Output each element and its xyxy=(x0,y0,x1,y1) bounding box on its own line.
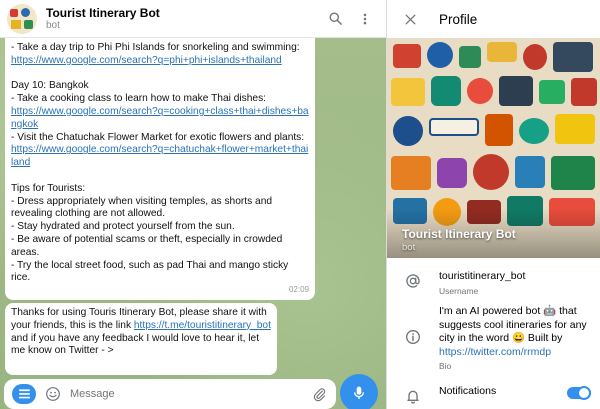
close-icon xyxy=(405,14,415,24)
bio-label: Bio xyxy=(439,361,452,371)
message-time: 02:09 xyxy=(288,285,309,295)
notifications-toggle[interactable] xyxy=(567,386,591,400)
bell-icon xyxy=(387,385,439,404)
close-profile-button[interactable] xyxy=(395,4,425,34)
message-line xyxy=(11,170,309,183)
message-line: - Take a day trip to Phi Phi Islands for… xyxy=(11,42,300,53)
message-text: - Take a day trip to Phi Phi Islands for… xyxy=(11,42,309,285)
message-line-link: https://www.google.com/search?q=chatucha… xyxy=(11,144,309,170)
message-line-link: https://www.google.com/search?q=phi+phi+… xyxy=(11,55,309,68)
username-label: Username xyxy=(439,285,479,296)
bio-row: I'm an AI powered bot 🤖 that suggests co… xyxy=(387,305,600,372)
info-icon xyxy=(387,305,439,372)
cover-bot-name: Tourist Itinerary Bot xyxy=(402,227,516,241)
cover-bot-label: bot xyxy=(402,242,416,253)
notifications-row[interactable]: Notifications xyxy=(387,385,600,404)
bio-link[interactable]: https://twitter.com/rrmdp xyxy=(439,346,551,358)
search-button[interactable] xyxy=(320,4,350,34)
message-line: - Visit the Chatuchak Flower Market for … xyxy=(11,131,305,143)
more-options-button[interactable] xyxy=(350,4,380,34)
bio-text: I'm an AI powered bot 🤖 that suggests co… xyxy=(439,305,587,344)
menu-icon xyxy=(18,389,30,399)
composer-box xyxy=(4,379,336,409)
chat-subtitle: bot xyxy=(46,19,60,31)
search-icon xyxy=(329,12,342,25)
paperclip-icon xyxy=(313,387,325,401)
message-line: - Take a cooking class to learn how to m… xyxy=(11,93,267,105)
search-link[interactable]: https://www.google.com/search?q=phi+phi+… xyxy=(11,55,282,66)
search-link[interactable]: https://www.google.com/search?q=cooking+… xyxy=(11,106,309,130)
at-sign-icon xyxy=(387,270,439,297)
profile-title: Profile xyxy=(439,11,478,27)
message-line: - Try the local street food, such as pad… xyxy=(11,259,292,284)
attach-button[interactable] xyxy=(308,383,330,405)
message-bubble-itinerary: - Take a day trip to Phi Phi Islands for… xyxy=(5,24,315,300)
bot-avatar[interactable] xyxy=(7,3,37,34)
microphone-icon xyxy=(354,386,364,399)
username-value[interactable]: touristitinerary_bot xyxy=(439,270,591,284)
chat-header[interactable]: Tourist Itinerary Bot bot xyxy=(0,0,386,38)
message-line-link: https://www.google.com/search?q=cooking+… xyxy=(11,106,309,132)
emoji-button[interactable] xyxy=(44,385,62,403)
emoji-icon xyxy=(46,387,60,401)
bot-link[interactable]: https://t.me/touristitinerary_bot xyxy=(134,320,271,331)
profile-cover-image[interactable]: Tourist Itinerary Bot bot xyxy=(387,38,600,258)
message-input[interactable] xyxy=(70,388,308,400)
message-line: Day 10: Bangkok xyxy=(11,80,89,92)
chat-title[interactable]: Tourist Itinerary Bot xyxy=(46,6,320,20)
message-text-after: and if you have any feedback I would lov… xyxy=(11,332,260,357)
chat-pane: Tourist Itinerary Bot bot - Take a day t… xyxy=(0,0,386,409)
search-link[interactable]: https://www.google.com/search?q=chatucha… xyxy=(11,144,308,168)
profile-pane: Profile Tourist Itinerary Bot bot touris… xyxy=(386,0,600,409)
message-composer xyxy=(0,374,386,409)
message-line: Tips for Tourists: xyxy=(11,182,86,194)
message-line: - Stay hydrated and protect yourself fro… xyxy=(11,221,235,233)
message-line: - Dress appropriately when visiting temp… xyxy=(11,195,275,220)
message-line: - Be aware of potential scams or theft, … xyxy=(11,233,286,258)
message-line xyxy=(11,68,309,81)
voice-record-button[interactable] xyxy=(340,374,378,409)
message-bubble-thanks: Thanks for using Touris Itinerary Bot, p… xyxy=(5,303,277,375)
profile-header: Profile xyxy=(387,0,600,38)
bot-menu-button[interactable] xyxy=(12,384,36,404)
more-vertical-icon xyxy=(363,13,367,24)
username-row[interactable]: touristitinerary_bot Username xyxy=(387,270,600,297)
bio-value: I'm an AI powered bot 🤖 that suggests co… xyxy=(439,305,591,359)
